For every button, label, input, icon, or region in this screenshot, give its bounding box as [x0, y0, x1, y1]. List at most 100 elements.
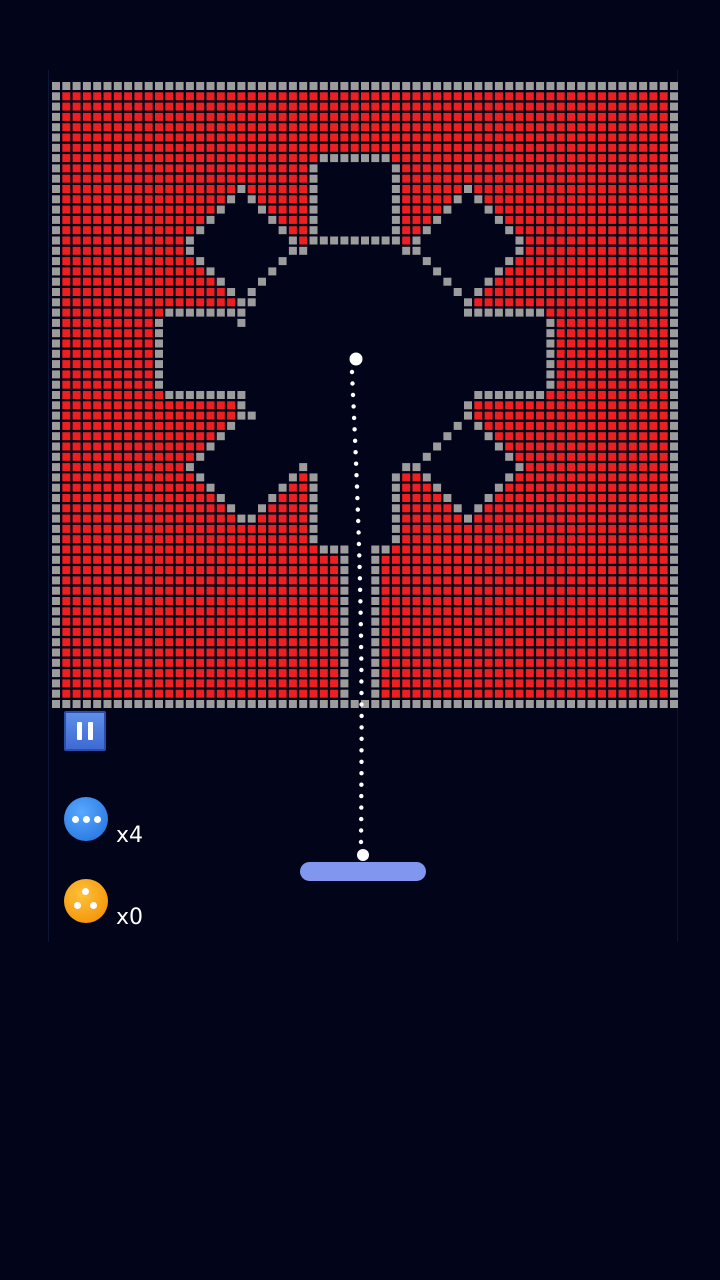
red-brick — [525, 627, 534, 636]
red-brick — [608, 473, 617, 482]
red-brick — [165, 174, 174, 183]
red-brick — [443, 627, 452, 636]
red-brick — [525, 545, 534, 554]
red-brick — [216, 597, 225, 605]
wall-brick — [52, 627, 60, 636]
wall-brick — [371, 648, 380, 657]
red-brick — [144, 133, 153, 142]
red-brick — [628, 349, 637, 358]
red-brick — [124, 607, 133, 616]
red-brick — [515, 298, 524, 307]
red-brick — [577, 648, 586, 657]
wall-brick — [258, 700, 266, 708]
red-brick — [433, 195, 442, 204]
red-brick — [649, 679, 658, 688]
red-brick — [216, 185, 225, 193]
red-brick — [196, 195, 205, 204]
red-brick — [567, 349, 575, 358]
wall-brick — [52, 658, 60, 667]
aim-dot — [357, 576, 363, 581]
red-brick — [165, 597, 174, 605]
red-brick — [196, 658, 205, 667]
wall-brick — [227, 195, 236, 204]
red-brick — [155, 133, 163, 142]
red-brick — [175, 215, 184, 224]
red-brick — [433, 504, 442, 513]
red-brick — [556, 174, 565, 183]
aim-dot — [359, 667, 364, 673]
red-brick — [608, 463, 617, 472]
wall-brick — [670, 339, 678, 348]
red-brick — [412, 112, 421, 121]
red-brick — [402, 133, 411, 142]
wall-brick — [309, 504, 318, 513]
red-brick — [422, 483, 431, 492]
red-brick — [453, 555, 462, 564]
red-brick — [288, 195, 297, 204]
red-brick — [62, 566, 71, 575]
pause-button[interactable] — [64, 711, 106, 751]
red-brick — [185, 617, 194, 626]
splitball-powerup-icon[interactable] — [64, 879, 108, 923]
red-brick — [546, 463, 555, 472]
red-brick — [247, 133, 256, 142]
multiball-powerup-icon[interactable] — [64, 797, 108, 841]
red-brick — [556, 308, 565, 317]
red-brick — [175, 236, 184, 245]
red-brick — [597, 277, 606, 286]
red-brick — [402, 514, 411, 523]
wall-brick — [608, 700, 617, 708]
red-brick — [587, 411, 596, 420]
red-brick — [484, 597, 493, 605]
wall-brick — [52, 308, 60, 317]
red-brick — [175, 432, 184, 441]
red-brick — [134, 669, 143, 678]
red-brick — [103, 442, 112, 451]
wall-brick — [206, 700, 215, 708]
red-brick — [124, 658, 133, 667]
red-brick — [124, 504, 133, 513]
red-brick — [453, 185, 462, 193]
red-brick — [515, 617, 524, 626]
paddle[interactable] — [300, 862, 426, 881]
red-brick — [206, 607, 215, 616]
red-brick — [216, 411, 225, 420]
red-brick — [515, 401, 524, 410]
wall-brick — [52, 432, 60, 441]
red-brick — [165, 143, 174, 152]
red-brick — [649, 483, 658, 492]
red-brick — [639, 576, 648, 585]
red-brick — [639, 658, 648, 667]
wall-brick — [670, 504, 678, 513]
game-screen[interactable]: x4 x0 — [0, 0, 720, 1280]
red-brick — [155, 226, 163, 235]
wall-brick — [52, 298, 60, 307]
red-brick — [103, 524, 112, 533]
red-brick — [556, 380, 565, 389]
red-brick — [185, 421, 194, 430]
red-brick — [268, 648, 277, 657]
red-brick — [175, 545, 184, 554]
wall-brick — [546, 329, 555, 338]
red-brick — [93, 267, 102, 276]
red-brick — [155, 473, 163, 482]
red-brick — [494, 421, 503, 430]
red-brick — [494, 669, 503, 678]
red-brick — [165, 535, 174, 544]
red-brick — [474, 566, 483, 575]
red-brick — [175, 679, 184, 688]
red-brick — [433, 514, 442, 523]
red-brick — [216, 154, 225, 163]
red-brick — [577, 370, 586, 379]
red-brick — [299, 123, 308, 132]
red-brick — [175, 154, 184, 163]
wall-brick — [628, 82, 637, 90]
red-brick — [556, 411, 565, 420]
red-brick — [494, 401, 503, 410]
red-brick — [113, 380, 122, 389]
red-brick — [525, 102, 534, 111]
red-brick — [216, 545, 225, 554]
red-brick — [113, 288, 122, 296]
red-brick — [82, 638, 91, 647]
red-brick — [567, 586, 575, 595]
